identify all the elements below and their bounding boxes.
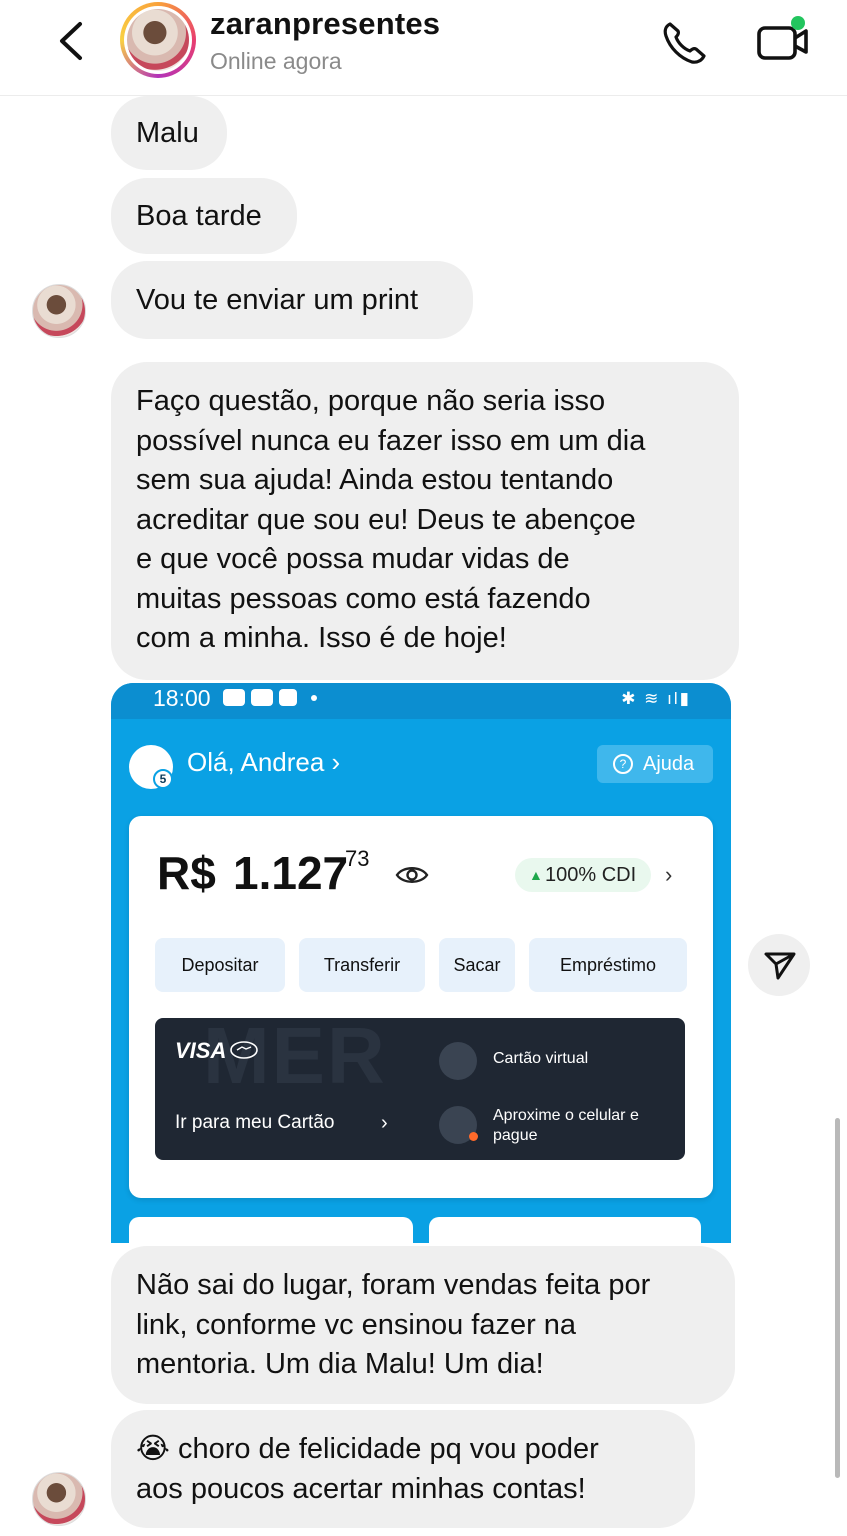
message-line: aos poucos acertar minhas contas!	[136, 1472, 586, 1505]
message-bubble[interactable]: Não sai do lugar, foram vendas feita por…	[111, 1246, 735, 1404]
message-line: com a minha. Isso é de hoje!	[136, 622, 507, 654]
balance-currency: R$	[157, 847, 216, 899]
action-sacar: Sacar	[439, 938, 515, 992]
sender-avatar[interactable]	[32, 284, 86, 338]
eye-icon	[395, 867, 429, 883]
virtual-card-label: Cartão virtual	[493, 1050, 589, 1067]
message-line: e que você possa mudar vidas de	[136, 543, 570, 575]
message-line: acreditar que sou eu! Deus te abençoe	[136, 503, 636, 536]
help-button: ? Ajuda	[597, 745, 713, 783]
message-line: 😭 choro de felicidade pq vou poder	[136, 1433, 599, 1465]
help-icon: ?	[613, 754, 633, 774]
message-line: muitas pessoas como está fazendo	[136, 582, 591, 615]
share-button[interactable]	[748, 934, 810, 996]
message-line: sem sua ajuda! Ainda estou tentando	[136, 464, 614, 496]
message-bubble[interactable]: Malu	[111, 96, 227, 170]
cdi-label: 100% CDI	[545, 864, 637, 886]
up-arrow-icon: ▲	[529, 867, 543, 883]
message-text: Malu	[136, 117, 199, 149]
message-bubble[interactable]: Vou te enviar um print	[111, 261, 473, 339]
message-line: link, conforme vc ensinou fazer na	[136, 1308, 577, 1341]
notification-dot	[469, 1132, 478, 1141]
chat-header: zaranpresentes Online agora	[0, 0, 847, 96]
lower-card	[129, 1217, 413, 1243]
profile-avatar[interactable]	[120, 2, 196, 78]
message-line: Não sai do lugar, foram vendas feita por	[136, 1269, 651, 1301]
greeting: Olá, Andrea ›	[187, 747, 341, 777]
back-arrow-icon[interactable]	[52, 18, 92, 64]
message-bubble[interactable]: Boa tarde	[111, 178, 297, 254]
lower-card	[429, 1217, 701, 1243]
message-line: Faço questão, porque não seria isso	[136, 385, 606, 417]
send-icon	[764, 952, 796, 980]
message-text: Vou te enviar um print	[136, 284, 419, 316]
contactless-label: Aproxime o celular e pague	[493, 1107, 639, 1144]
online-status: Online agora	[210, 48, 342, 74]
status-notification-icons	[223, 689, 317, 706]
chat-username[interactable]: zaranpresentes	[210, 6, 440, 42]
balance-cents: 73	[345, 846, 370, 871]
message-line: possível nunca eu fazer isso em um dia	[136, 424, 646, 457]
virtual-card-icon	[439, 1042, 477, 1080]
message-text: Boa tarde	[136, 200, 262, 232]
balance-amount: 1.127	[233, 847, 349, 899]
sender-avatar[interactable]	[32, 1472, 86, 1526]
chevron-right-icon: ›	[381, 1112, 388, 1134]
action-depositar: Depositar	[155, 938, 285, 992]
status-system-icons: ✱ ≋ ıl▮	[621, 689, 691, 708]
shared-screenshot-image[interactable]: 18:00 ✱ ≋ ıl▮ 5 Olá, Andrea › ? Ajuda R$…	[111, 683, 731, 1243]
scrollbar[interactable]	[835, 1118, 840, 1478]
message-bubble[interactable]: Faço questão, porque não seria isso poss…	[111, 362, 739, 680]
action-transferir: Transferir	[299, 938, 425, 992]
chevron-right-icon: ›	[665, 862, 673, 887]
message-line: mentoria. Um dia Malu! Um dia!	[136, 1348, 544, 1380]
phone-icon[interactable]	[660, 18, 710, 64]
status-time: 18:00	[153, 685, 211, 711]
message-bubble[interactable]: 😭 choro de felicidade pq vou poder aos p…	[111, 1410, 695, 1528]
balance-card: R$ 1.127 73 ▲ 100% CDI › Depositar Trans…	[129, 816, 713, 1198]
user-badge: 5	[153, 769, 173, 789]
credit-card-panel: MER VISA Ir para meu Cartão › Cartão vir…	[155, 1018, 685, 1160]
action-emprestimo: Empréstimo	[529, 938, 687, 992]
help-label: Ajuda	[643, 753, 695, 775]
visa-logo: VISA	[175, 1038, 227, 1063]
mercado-handshake-icon	[230, 1041, 258, 1059]
cdi-badge: ▲ 100% CDI	[515, 858, 651, 892]
card-link: Ir para meu Cartão	[175, 1112, 335, 1133]
video-call-icon[interactable]	[754, 14, 810, 64]
phone-status-bar: 18:00 ✱ ≋ ıl▮	[111, 683, 731, 719]
